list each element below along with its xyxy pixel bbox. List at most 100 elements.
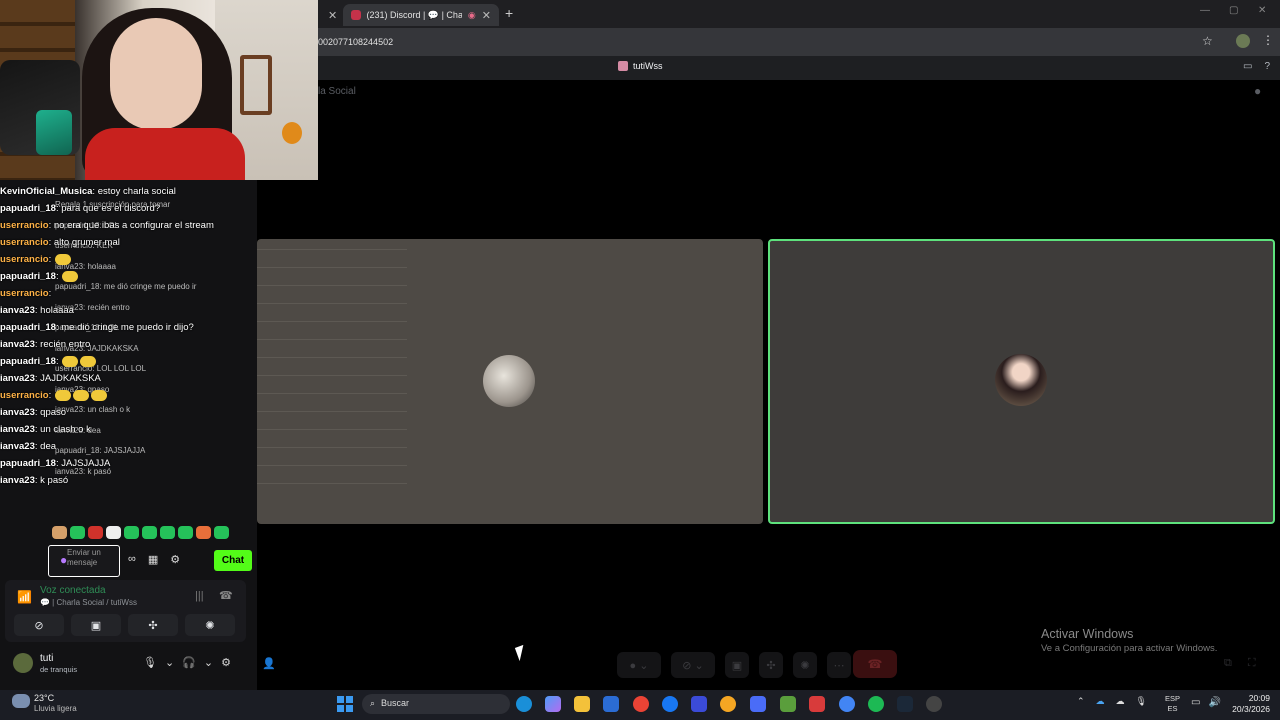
url-field[interactable]: 002077108244502	[318, 37, 393, 47]
call-mic-button[interactable]: ● ⌄	[617, 652, 661, 678]
browser-tab-prev[interactable]: ✕	[320, 4, 345, 26]
chat-username[interactable]: userrancio	[0, 220, 49, 231]
activities-button[interactable]: ✣	[128, 614, 178, 636]
chat-username[interactable]: ianva23	[0, 475, 35, 486]
chat-username[interactable]: ianva23	[0, 373, 35, 384]
store-icon[interactable]: ▦	[148, 553, 158, 566]
emote-icon[interactable]	[70, 526, 85, 539]
emote-icon[interactable]	[88, 526, 103, 539]
call-share-button[interactable]: ▣	[725, 652, 749, 678]
user-settings-gear-icon[interactable]: ⚙	[221, 656, 231, 669]
copilot-app-icon[interactable]	[545, 696, 561, 712]
cloud-icon[interactable]: ☁	[1116, 696, 1125, 707]
facebook-app-icon[interactable]	[662, 696, 678, 712]
tab-close-icon[interactable]: ✕	[482, 9, 491, 22]
emote-icon[interactable]	[124, 526, 139, 539]
chat-input[interactable]: Enviar un mensaje	[48, 545, 120, 577]
video-app-icon[interactable]	[691, 696, 707, 712]
noise-suppression-icon[interactable]: |||	[195, 590, 204, 602]
browser-app-icon[interactable]	[720, 696, 736, 712]
file-explorer-icon[interactable]	[574, 696, 590, 712]
user-avatar[interactable]	[13, 653, 33, 673]
weather-rain-icon[interactable]	[12, 694, 30, 708]
minimize-button[interactable]: —	[1200, 5, 1210, 16]
fullscreen-icon[interactable]: ⛶	[1248, 657, 1256, 670]
emote-icon[interactable]	[52, 526, 67, 539]
chat-username[interactable]: userrancio	[0, 288, 49, 299]
chat-username[interactable]: userrancio	[0, 237, 49, 248]
new-tab-button[interactable]: +	[505, 5, 513, 21]
hang-up-button[interactable]: ☎	[853, 650, 897, 678]
weather-temperature[interactable]: 23°C	[34, 693, 54, 703]
settings-gear-icon[interactable]: ⚙	[170, 553, 180, 566]
chrome-app-icon[interactable]	[633, 696, 649, 712]
send-chat-button[interactable]: Chat	[214, 550, 252, 571]
chat-username[interactable]: userrancio	[0, 390, 49, 401]
popout-icon[interactable]: ⧉	[1224, 657, 1232, 670]
voice-channel-path[interactable]: 💬 | Charla Social / tutiWss	[40, 598, 137, 607]
chrome-active-icon[interactable]	[839, 696, 855, 712]
emote-icon[interactable]	[196, 526, 211, 539]
chat-bubble-icon[interactable]: ●	[1254, 84, 1261, 98]
user-status[interactable]: de tranquis	[40, 665, 77, 674]
person-icon[interactable]: 👤	[262, 657, 276, 670]
app-icon[interactable]	[926, 696, 942, 712]
spotify-app-icon[interactable]	[868, 696, 884, 712]
weather-description[interactable]: Lluvia ligera	[34, 704, 77, 713]
emote-icon[interactable]	[142, 526, 157, 539]
clock[interactable]: 20:09 20/3/2026	[1218, 693, 1270, 715]
chat-username[interactable]: KevinOficial_Musica	[0, 186, 92, 197]
disconnect-icon[interactable]: ☎	[219, 589, 233, 602]
chat-username[interactable]: papuadri_18	[0, 322, 56, 333]
language-indicator[interactable]: ESP ES	[1165, 694, 1180, 714]
app-icon[interactable]	[750, 696, 766, 712]
call-more-button[interactable]: ⋯	[827, 652, 851, 678]
close-window-button[interactable]: ✕	[1258, 5, 1266, 16]
chat-username[interactable]: ianva23	[0, 407, 35, 418]
profile-avatar[interactable]	[1236, 34, 1250, 48]
emote-icon[interactable]	[106, 526, 121, 539]
emote-icon[interactable]	[178, 526, 193, 539]
microphone-icon[interactable]: 🎙	[1136, 696, 1147, 707]
call-camera-button[interactable]: ⊘ ⌄	[671, 652, 715, 678]
inbox-icon[interactable]: ▭	[1243, 61, 1252, 72]
screen-share-button[interactable]: ▣	[71, 614, 121, 636]
start-button[interactable]	[337, 696, 353, 712]
infinity-icon[interactable]: ∞	[128, 553, 136, 566]
chevron-up-icon[interactable]: ⌃	[1077, 696, 1085, 707]
user-name[interactable]: tuti	[40, 653, 53, 664]
chevron-down-icon[interactable]: ⌄	[165, 656, 174, 669]
maximize-button[interactable]: ▢	[1229, 5, 1238, 16]
headphones-icon[interactable]: 🎧	[182, 656, 196, 669]
chat-username[interactable]: ianva23	[0, 441, 35, 452]
chat-username[interactable]: ianva23	[0, 305, 35, 316]
help-icon[interactable]: ?	[1264, 61, 1270, 72]
browser-menu-icon[interactable]: ⋮	[1262, 33, 1274, 47]
emote-icon[interactable]	[160, 526, 175, 539]
chat-username[interactable]: userrancio	[0, 254, 49, 265]
voice-status[interactable]: Voz conectada	[40, 585, 106, 596]
steam-app-icon[interactable]	[897, 696, 913, 712]
tab-close-icon[interactable]: ✕	[328, 9, 337, 22]
call-activity-button[interactable]: ✣	[759, 652, 783, 678]
chevron-down-icon[interactable]: ⌄	[204, 656, 213, 669]
minecraft-app-icon[interactable]	[780, 696, 796, 712]
onedrive-icon[interactable]: ☁	[1096, 696, 1105, 707]
microphone-icon[interactable]: 🎙	[143, 656, 157, 669]
taskbar-search[interactable]: ⌕ Buscar	[362, 694, 510, 714]
call-soundboard-button[interactable]: ✺	[793, 652, 817, 678]
mic-icon[interactable]: ●	[60, 553, 67, 567]
browser-tab-discord[interactable]: (231) Discord | 💬 | Charla S ◉ ✕	[343, 4, 499, 26]
chat-username[interactable]: papuadri_18	[0, 203, 56, 214]
soundboard-button[interactable]: ✺	[185, 614, 235, 636]
chat-username[interactable]: papuadri_18	[0, 356, 56, 367]
chat-username[interactable]: papuadri_18	[0, 271, 56, 282]
app-icon[interactable]	[809, 696, 825, 712]
edge-app-icon[interactable]	[516, 696, 532, 712]
audio-playing-icon[interactable]: ◉	[468, 10, 476, 21]
chat-username[interactable]: papuadri_18	[0, 458, 56, 469]
store-app-icon[interactable]	[603, 696, 619, 712]
bookmark-star-icon[interactable]: ☆	[1202, 34, 1213, 48]
chat-username[interactable]: ianva23	[0, 424, 35, 435]
emote-icon[interactable]	[214, 526, 229, 539]
